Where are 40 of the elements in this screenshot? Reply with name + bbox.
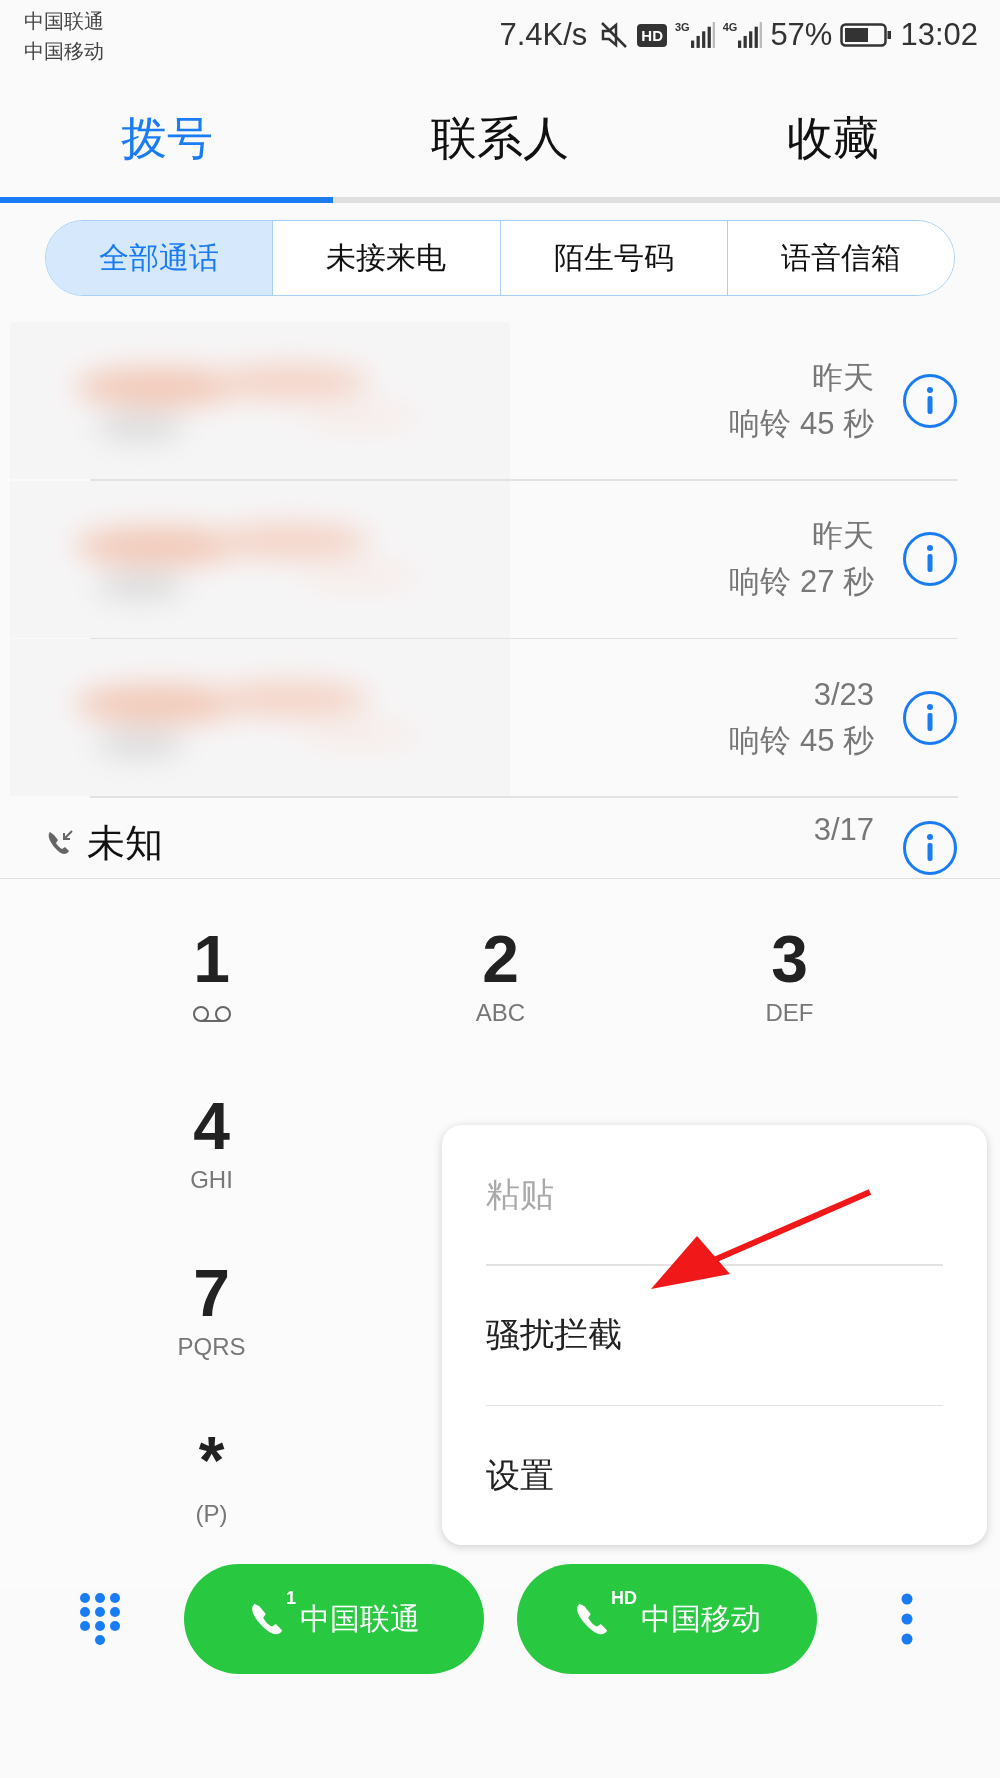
tab[interactable]: 联系人 <box>333 80 667 197</box>
network-type: 4G <box>722 21 738 33</box>
info-icon[interactable] <box>902 531 958 587</box>
menu-item[interactable]: 骚扰拦截 <box>486 1265 943 1405</box>
caller-name: 未知 <box>87 819 163 867</box>
call-duration: 响铃 27 秒 <box>729 563 874 601</box>
dial-key[interactable]: 7 PQRS <box>67 1253 356 1393</box>
call-date: 昨天 <box>812 517 874 555</box>
info-icon[interactable] <box>902 689 958 746</box>
more-options-icon[interactable] <box>900 1592 914 1646</box>
call-duration: 响铃 45 秒 <box>729 721 874 760</box>
call-date: 昨天 <box>812 358 874 397</box>
hd-badge: HD <box>637 23 667 47</box>
clock: 13:02 <box>900 17 978 53</box>
network-speed: 7.4K/s <box>499 17 588 53</box>
call-duration: 响铃 45 秒 <box>729 404 874 443</box>
carrier-name: 中国移动 <box>24 38 104 65</box>
filter-tab[interactable]: 语音信箱 <box>726 221 954 295</box>
carrier-name: 中国联通 <box>24 8 104 35</box>
network-type: 3G <box>675 21 690 33</box>
signal-icon <box>690 21 715 49</box>
dial-key[interactable]: 1 <box>67 919 356 1059</box>
info-icon[interactable] <box>902 372 958 429</box>
signal-icon <box>738 21 763 49</box>
dial-key[interactable]: * (P) <box>67 1420 356 1560</box>
voicemail-icon <box>191 1005 232 1023</box>
battery-icon <box>840 23 893 47</box>
tab[interactable]: 拨号 <box>0 80 334 197</box>
dial-key[interactable]: 3 DEF <box>645 919 934 1059</box>
info-icon[interactable] <box>902 819 958 876</box>
call-date: 3/17 <box>813 810 874 849</box>
dial-key[interactable]: 2 ABC <box>356 919 645 1059</box>
dial-key[interactable]: 4 GHI <box>67 1086 356 1226</box>
filter-tab[interactable]: 未接来电 <box>272 221 500 295</box>
dialpad-icon[interactable] <box>78 1591 122 1647</box>
menu-item[interactable]: 设置 <box>486 1406 943 1545</box>
call-date: 3/23 <box>813 675 874 714</box>
tab[interactable]: 收藏 <box>666 80 1000 197</box>
filter-tab[interactable]: 陌生号码 <box>499 221 727 295</box>
battery-percent: 57% <box>770 17 833 53</box>
